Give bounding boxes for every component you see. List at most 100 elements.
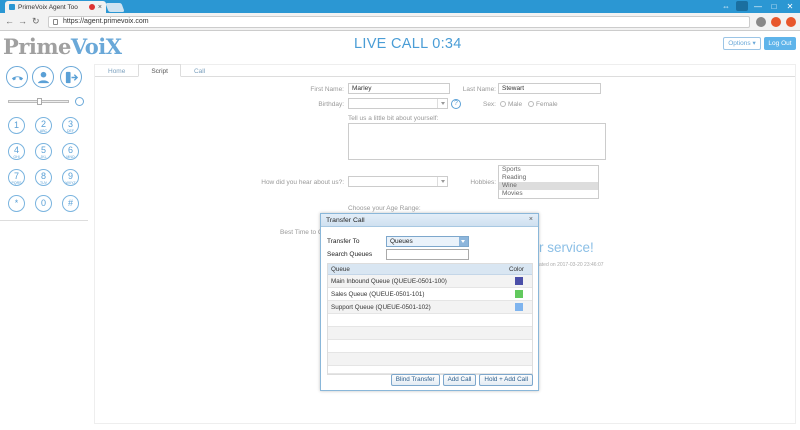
dialog-buttons: Blind Transfer Add Call Hold + Add Call	[390, 374, 533, 386]
dialer-divider	[0, 220, 88, 221]
empty-row	[328, 340, 532, 353]
extension-icon[interactable]	[756, 17, 766, 27]
dialog-title: Transfer Call	[326, 217, 365, 224]
extension-red-icon[interactable]	[771, 17, 781, 27]
hobby-option[interactable]: Sports	[499, 166, 598, 174]
hold-add-call-button[interactable]: Hold + Add Call	[479, 374, 533, 386]
dial-key-7[interactable]: 7 PQRS	[8, 169, 25, 186]
birthday-label: Birthday:	[318, 101, 344, 108]
url-text: https://agent.primevoix.com	[63, 18, 149, 25]
hear-select[interactable]	[348, 176, 448, 187]
dialer-panel: 1 2 ABC 3 DEF 4 GHI 5 JKL 6 MNO 7 PQRS 8 TUV 9W…	[0, 58, 88, 430]
hear-label: How did you hear about us?:	[261, 179, 344, 186]
url-input[interactable]: https://agent.primevoix.com	[48, 16, 750, 28]
address-bar-row: ← → ↻ https://agent.primevoix.com	[0, 13, 800, 31]
window-controls: ⇔ — □ ✕	[720, 1, 796, 11]
hobbies-label: Hobbies:	[470, 179, 496, 186]
dial-key-0[interactable]: 0	[35, 195, 52, 212]
dial-key-8[interactable]: 8 TUV	[35, 169, 52, 186]
sex-female-label: Female	[536, 101, 558, 108]
back-icon[interactable]: ←	[5, 16, 14, 26]
new-tab-button[interactable]	[105, 3, 125, 12]
main-tabs: Home Script Call	[95, 64, 218, 77]
reload-icon[interactable]: ↻	[32, 16, 40, 27]
volume-knob[interactable]	[37, 98, 42, 105]
sex-male-radio[interactable]	[500, 101, 506, 107]
contact-button[interactable]	[32, 66, 54, 88]
table-row[interactable]: Main Inbound Queue (QUEUE-0501-100)	[328, 275, 532, 288]
hobby-option[interactable]: Wine	[499, 182, 598, 190]
transfer-to-label: Transfer To	[327, 238, 360, 245]
transfer-call-dialog: Transfer Call × Transfer To Queues Searc…	[320, 213, 539, 391]
browser-titlebar: PrimeVoix Agent Too × ⇔ — □ ✕	[0, 0, 800, 13]
queue-table: Queue Color Main Inbound Queue (QUEUE-05…	[327, 263, 533, 375]
queue-name: Main Inbound Queue (QUEUE-0501-100)	[331, 278, 447, 285]
lock-icon	[53, 19, 58, 25]
minimize-icon[interactable]: —	[752, 2, 764, 11]
logout-button[interactable]: Log Out	[764, 37, 796, 50]
close-dialog-icon[interactable]: ×	[529, 216, 533, 223]
dial-key-hash[interactable]: #	[62, 195, 79, 212]
profile-icon[interactable]	[736, 1, 748, 11]
options-button[interactable]: Options ▾	[723, 37, 761, 50]
resize-icon[interactable]: ⇔	[720, 2, 732, 11]
maximize-icon[interactable]: □	[768, 2, 780, 11]
tab-home[interactable]: Home	[95, 64, 138, 77]
menu-icon[interactable]	[786, 17, 796, 27]
dialog-header: Transfer Call ×	[321, 214, 538, 227]
refresh-icon[interactable]	[75, 97, 84, 106]
dial-key-2[interactable]: 2 ABC	[35, 117, 52, 134]
dial-key-star[interactable]: *	[8, 195, 25, 212]
close-tab-icon[interactable]: ×	[98, 4, 102, 11]
empty-row	[328, 327, 532, 340]
blind-transfer-button[interactable]: Blind Transfer	[390, 374, 440, 386]
chevron-down-icon[interactable]	[459, 237, 468, 246]
tab-script[interactable]: Script	[138, 64, 181, 77]
browser-tab[interactable]: PrimeVoix Agent Too ×	[5, 1, 106, 13]
browser-tab-title: PrimeVoix Agent Too	[18, 3, 78, 11]
dial-key-1[interactable]: 1	[8, 117, 25, 134]
best-time-label: Best Time to C	[280, 229, 323, 236]
last-name-input[interactable]: Stewart	[498, 83, 601, 94]
birthday-select[interactable]	[348, 98, 448, 109]
queue-name: Support Queue (QUEUE-0501-102)	[331, 304, 431, 311]
primevoix-logo: PrimeVoiX	[3, 34, 122, 59]
queue-color-swatch	[515, 303, 523, 311]
contact-icon	[37, 71, 50, 84]
favicon-icon	[9, 4, 15, 10]
close-window-icon[interactable]: ✕	[784, 2, 796, 11]
live-call-status: LIVE CALL 0:34	[354, 36, 462, 52]
color-column-header: Color	[508, 266, 524, 273]
empty-row	[328, 366, 532, 374]
dial-key-3[interactable]: 3 DEF	[62, 117, 79, 134]
table-row[interactable]: Sales Queue (QUEUE-0501-101)	[328, 288, 532, 301]
script-updated-text: ated on 2017-03-20 23:46:07	[539, 262, 604, 268]
hobby-option[interactable]: Reading	[499, 174, 598, 182]
forward-icon[interactable]: →	[18, 16, 27, 26]
tab-call[interactable]: Call	[181, 64, 218, 77]
table-row[interactable]: Support Queue (QUEUE-0501-102)	[328, 301, 532, 314]
hangup-button[interactable]	[6, 66, 28, 88]
search-queues-label: Search Queues	[327, 251, 373, 258]
dial-key-5[interactable]: 5 JKL	[35, 143, 52, 160]
transfer-button[interactable]	[60, 66, 82, 88]
transfer-to-select[interactable]: Queues	[386, 236, 469, 247]
queue-table-header: Queue Color	[328, 264, 532, 275]
first-name-input[interactable]: Marley	[348, 83, 450, 94]
hobby-option[interactable]: Movies	[499, 190, 598, 198]
queue-name: Sales Queue (QUEUE-0501-101)	[331, 291, 425, 298]
script-heading: r service!	[539, 240, 594, 255]
search-queues-input[interactable]	[386, 249, 469, 260]
first-name-label: First Name:	[310, 86, 344, 93]
last-name-label: Last Name:	[462, 86, 496, 93]
dial-key-6[interactable]: 6 MNO	[62, 143, 79, 160]
sex-female-radio[interactable]	[528, 101, 534, 107]
add-call-button[interactable]: Add Call	[442, 374, 477, 386]
hobbies-listbox[interactable]: Sports Reading Wine Movies	[498, 165, 599, 199]
dial-key-4[interactable]: 4 GHI	[8, 143, 25, 160]
volume-slider[interactable]	[8, 98, 69, 105]
sex-label: Sex:	[482, 101, 496, 108]
dial-key-9[interactable]: 9 WXYZ	[62, 169, 79, 186]
about-textarea[interactable]	[348, 123, 606, 160]
help-icon[interactable]: ?	[451, 99, 461, 109]
